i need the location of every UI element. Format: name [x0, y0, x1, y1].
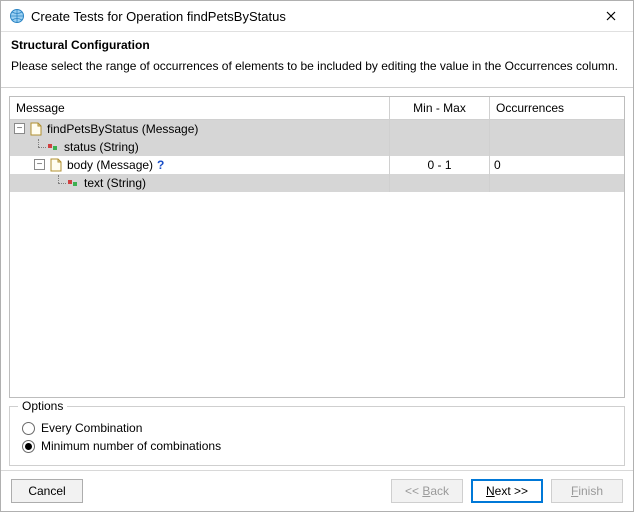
window-title: Create Tests for Operation findPetsBySta… — [31, 9, 286, 24]
node-label: body (Message) — [67, 158, 153, 172]
content-area: Message Min - Max Occurrences − findPets… — [1, 88, 633, 470]
tree-connector-icon — [34, 139, 46, 155]
table-row[interactable]: − body (Message) ? 0 - 1 0 — [10, 156, 624, 174]
section-description: Please select the range of occurrences o… — [11, 58, 623, 75]
header-area: Structural Configuration Please select t… — [1, 32, 633, 88]
back-button: << Back — [391, 479, 463, 503]
radio-every-combination[interactable]: Every Combination — [22, 421, 612, 435]
button-label: Cancel — [28, 484, 65, 498]
dialog-window: Create Tests for Operation findPetsBySta… — [0, 0, 634, 512]
cell-minmax — [390, 174, 490, 192]
close-button[interactable] — [597, 4, 625, 28]
titlebar: Create Tests for Operation findPetsBySta… — [1, 1, 633, 32]
tree-connector-icon — [54, 175, 66, 191]
cell-minmax — [390, 120, 490, 138]
options-legend: Options — [18, 399, 67, 413]
node-label: findPetsByStatus (Message) — [47, 122, 198, 136]
cell-minmax: 0 - 1 — [390, 156, 490, 174]
col-header-occurrences[interactable]: Occurrences — [490, 97, 624, 119]
node-label: text (String) — [84, 176, 146, 190]
radio-label: Minimum number of combinations — [41, 439, 221, 453]
message-icon — [29, 122, 43, 136]
radio-min-combinations[interactable]: Minimum number of combinations — [22, 439, 612, 453]
cell-occurrences[interactable]: 0 — [490, 156, 624, 174]
close-icon — [606, 11, 616, 21]
next-button[interactable]: Next >> — [471, 479, 543, 503]
button-label: Next >> — [486, 484, 528, 498]
table-row[interactable]: text (String) — [10, 174, 624, 192]
table-body: − findPetsByStatus (Message) — [10, 120, 624, 397]
options-group: Options Every Combination Minimum number… — [9, 406, 625, 466]
col-header-message[interactable]: Message — [10, 97, 390, 119]
col-header-minmax[interactable]: Min - Max — [390, 97, 490, 119]
collapse-icon[interactable]: − — [14, 123, 25, 134]
table-row[interactable]: status (String) — [10, 138, 624, 156]
radio-label: Every Combination — [41, 421, 142, 435]
finish-button: Finish — [551, 479, 623, 503]
cancel-button[interactable]: Cancel — [11, 479, 83, 503]
button-label: << Back — [405, 484, 449, 498]
node-label: status (String) — [64, 140, 139, 154]
table-header: Message Min - Max Occurrences — [10, 97, 624, 120]
cell-occurrences[interactable] — [490, 174, 624, 192]
structure-table: Message Min - Max Occurrences − findPets… — [9, 96, 625, 398]
string-icon — [46, 140, 60, 154]
radio-icon — [22, 440, 35, 453]
table-row[interactable]: − findPetsByStatus (Message) — [10, 120, 624, 138]
cell-minmax — [390, 138, 490, 156]
button-label: Finish — [571, 484, 603, 498]
globe-icon — [9, 8, 25, 24]
cell-occurrences[interactable] — [490, 120, 624, 138]
cell-occurrences[interactable] — [490, 138, 624, 156]
string-icon — [66, 176, 80, 190]
message-icon — [49, 158, 63, 172]
section-heading: Structural Configuration — [11, 38, 623, 52]
optional-marker: ? — [157, 158, 164, 172]
radio-icon — [22, 422, 35, 435]
collapse-icon[interactable]: − — [34, 159, 45, 170]
button-bar: Cancel << Back Next >> Finish — [1, 470, 633, 511]
